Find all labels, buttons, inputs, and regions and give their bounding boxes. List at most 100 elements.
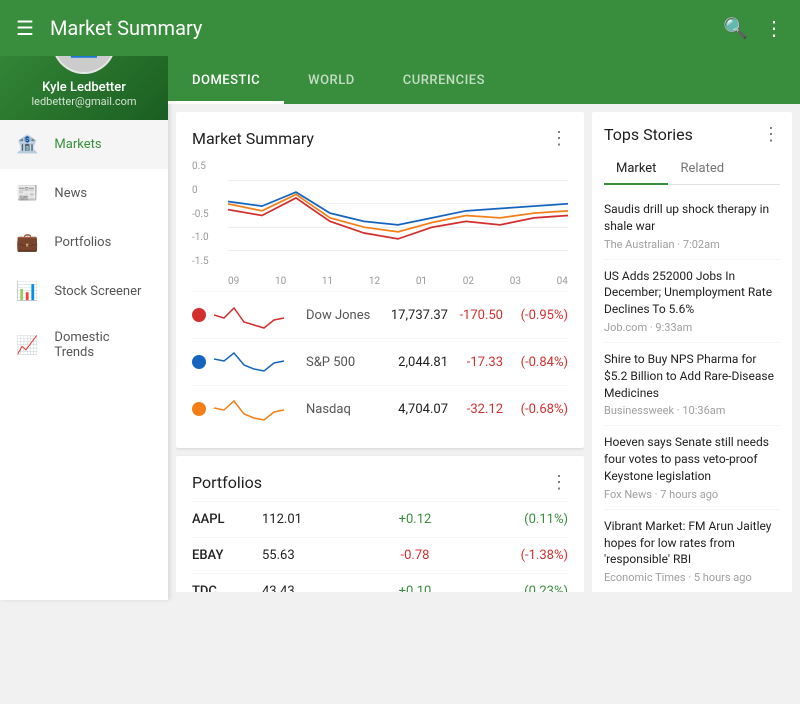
news-headline: Vibrant Market: FM Arun Jaitley hopes fo… [604, 518, 780, 568]
market-summary-more[interactable]: ⋮ [550, 128, 568, 149]
news-item[interactable]: Hoeven says Senate still needs four vote… [604, 426, 780, 509]
stock-name: Nasdaq [306, 402, 378, 417]
portfolio-row: EBAY 55.63 -0.78 (-1.38%) [192, 537, 568, 573]
news-source: Fox News · 7 hours ago [604, 488, 780, 501]
news-card: Tops Stories ⋮ Market Related Saudis dri… [592, 112, 792, 592]
sidebar-item-stock-screener[interactable]: 📊 Stock Screener [0, 267, 168, 316]
stock-sparkline [214, 300, 294, 330]
stock-row: Dow Jones 17,737.37 -170.50 (-0.95%) [192, 291, 568, 338]
sidebar-item-portfolios[interactable]: 💼 Portfolios [0, 218, 168, 267]
news-headline: Saudis drill up shock therapy in shale w… [604, 201, 780, 235]
sidebar-item-markets[interactable]: 🏦 Markets [0, 120, 168, 169]
news-item[interactable]: US Adds 252000 Jobs In December; Unemplo… [604, 260, 780, 343]
news-headline: Shire to Buy NPS Pharma for $5.2 Billion… [604, 351, 780, 401]
stock-change: -32.12 [448, 402, 503, 417]
stock-name: S&P 500 [306, 355, 378, 370]
stock-price: 17,737.37 [378, 308, 448, 323]
portfolios-card: Portfolios ⋮ AAPL 112.01 +0.12 (0.11%) E… [176, 456, 584, 592]
screener-icon: 📊 [16, 281, 38, 302]
portfolio-price: 112.01 [262, 512, 332, 527]
sidebar-item-domestic-trends[interactable]: 📈 Domestic Trends [0, 316, 168, 374]
main-content: Market Summary ⋮ 0.5 0 -0.5 -1.0 -1.5 [168, 104, 800, 600]
left-panel: Market Summary ⋮ 0.5 0 -0.5 -1.0 -1.5 [176, 112, 584, 592]
trends-icon: 📈 [16, 335, 38, 356]
portfolio-pct: (-1.38%) [498, 548, 568, 563]
stock-change: -170.50 [448, 308, 503, 323]
news-headline: Hoeven says Senate still needs four vote… [604, 434, 780, 484]
tabs-bar: DOMESTIC WORLD CURRENCIES [168, 56, 800, 104]
news-item[interactable]: Shire to Buy NPS Pharma for $5.2 Billion… [604, 343, 780, 426]
right-panel: Tops Stories ⋮ Market Related Saudis dri… [592, 112, 792, 592]
portfolio-change: -0.78 [332, 548, 498, 563]
stock-name: Dow Jones [306, 308, 378, 323]
portfolio-pct: (0.11%) [498, 512, 568, 527]
chart-area: 09 10 11 12 01 02 03 04 [228, 157, 568, 287]
portfolio-row: AAPL 112.01 +0.12 (0.11%) [192, 501, 568, 537]
portfolios-title: Portfolios [192, 473, 262, 492]
news-item[interactable]: Vibrant Market: FM Arun Jaitley hopes fo… [604, 510, 780, 592]
chart-svg [228, 157, 568, 274]
portfolio-price: 55.63 [262, 548, 332, 563]
sidebar-item-label: News [54, 186, 87, 201]
tab-world[interactable]: WORLD [284, 56, 379, 104]
news-more[interactable]: ⋮ [762, 124, 780, 145]
news-title: Tops Stories [604, 125, 693, 144]
stock-sparkline [214, 347, 294, 377]
stock-dot [192, 402, 206, 416]
header: ☰ Market Summary 🔍 ⋮ [0, 0, 800, 56]
stock-row: Nasdaq 4,704.07 -32.12 (-0.68%) [192, 385, 568, 432]
sidebar: 👤 Kyle Ledbetter ledbetter@gmail.com 🏦 M… [0, 0, 168, 600]
portfolio-ticker: AAPL [192, 512, 262, 527]
stock-dot [192, 308, 206, 322]
tab-market[interactable]: Market [604, 153, 668, 184]
stock-change: -17.33 [448, 355, 503, 370]
news-tabs: Market Related [604, 153, 780, 185]
sidebar-item-label: Domestic Trends [54, 330, 152, 360]
stock-pct: (-0.68%) [503, 402, 568, 417]
portfolios-more[interactable]: ⋮ [550, 472, 568, 493]
portfolio-change: +0.12 [332, 512, 498, 527]
hamburger-icon[interactable]: ☰ [16, 16, 34, 40]
sidebar-item-news[interactable]: 📰 News [0, 169, 168, 218]
portfolio-rows: AAPL 112.01 +0.12 (0.11%) EBAY 55.63 -0.… [192, 501, 568, 592]
portfolio-change: +0.10 [332, 584, 498, 592]
y-axis: 0.5 0 -0.5 -1.0 -1.5 [192, 157, 224, 267]
market-summary-header: Market Summary ⋮ [192, 128, 568, 149]
stock-pct: (-0.84%) [503, 355, 568, 370]
stock-pct: (-0.95%) [503, 308, 568, 323]
more-icon[interactable]: ⋮ [764, 16, 784, 40]
news-header: Tops Stories ⋮ [604, 124, 780, 145]
tab-related[interactable]: Related [668, 153, 736, 184]
tab-currencies[interactable]: CURRENCIES [379, 56, 509, 104]
tab-domestic[interactable]: DOMESTIC [168, 56, 284, 104]
header-title: Market Summary [50, 16, 723, 40]
portfolio-ticker: TDC [192, 584, 262, 592]
news-icon: 📰 [16, 183, 38, 204]
news-items: Saudis drill up shock therapy in shale w… [604, 193, 780, 592]
news-source: Economic Times · 5 hours ago [604, 571, 780, 584]
profile-name: Kyle Ledbetter [42, 80, 126, 95]
news-source: Job.com · 9:33am [604, 321, 780, 334]
portfolio-ticker: EBAY [192, 548, 262, 563]
portfolio-row: TDC 43.43 +0.10 (0.23%) [192, 573, 568, 592]
chart-container: 0.5 0 -0.5 -1.0 -1.5 [192, 157, 568, 287]
stock-dot [192, 355, 206, 369]
news-source: The Australian · 7:02am [604, 238, 780, 251]
search-icon[interactable]: 🔍 [723, 16, 748, 40]
stock-price: 2,044.81 [378, 355, 448, 370]
sidebar-item-label: Portfolios [54, 235, 111, 250]
stock-rows: Dow Jones 17,737.37 -170.50 (-0.95%) S&P… [192, 291, 568, 432]
stock-sparkline [214, 394, 294, 424]
portfolio-pct: (0.23%) [498, 584, 568, 592]
header-actions: 🔍 ⋮ [723, 16, 784, 40]
market-summary-card: Market Summary ⋮ 0.5 0 -0.5 -1.0 -1.5 [176, 112, 584, 448]
portfolio-price: 43.43 [262, 584, 332, 592]
sidebar-nav: 🏦 Markets 📰 News 💼 Portfolios 📊 Stock Sc… [0, 120, 168, 600]
news-headline: US Adds 252000 Jobs In December; Unemplo… [604, 268, 780, 318]
stock-row: S&P 500 2,044.81 -17.33 (-0.84%) [192, 338, 568, 385]
profile-email: ledbetter@gmail.com [31, 95, 136, 108]
news-source: Businessweek · 10:36am [604, 404, 780, 417]
news-item[interactable]: Saudis drill up shock therapy in shale w… [604, 193, 780, 260]
sidebar-item-label: Markets [54, 137, 101, 152]
markets-icon: 🏦 [16, 134, 38, 155]
